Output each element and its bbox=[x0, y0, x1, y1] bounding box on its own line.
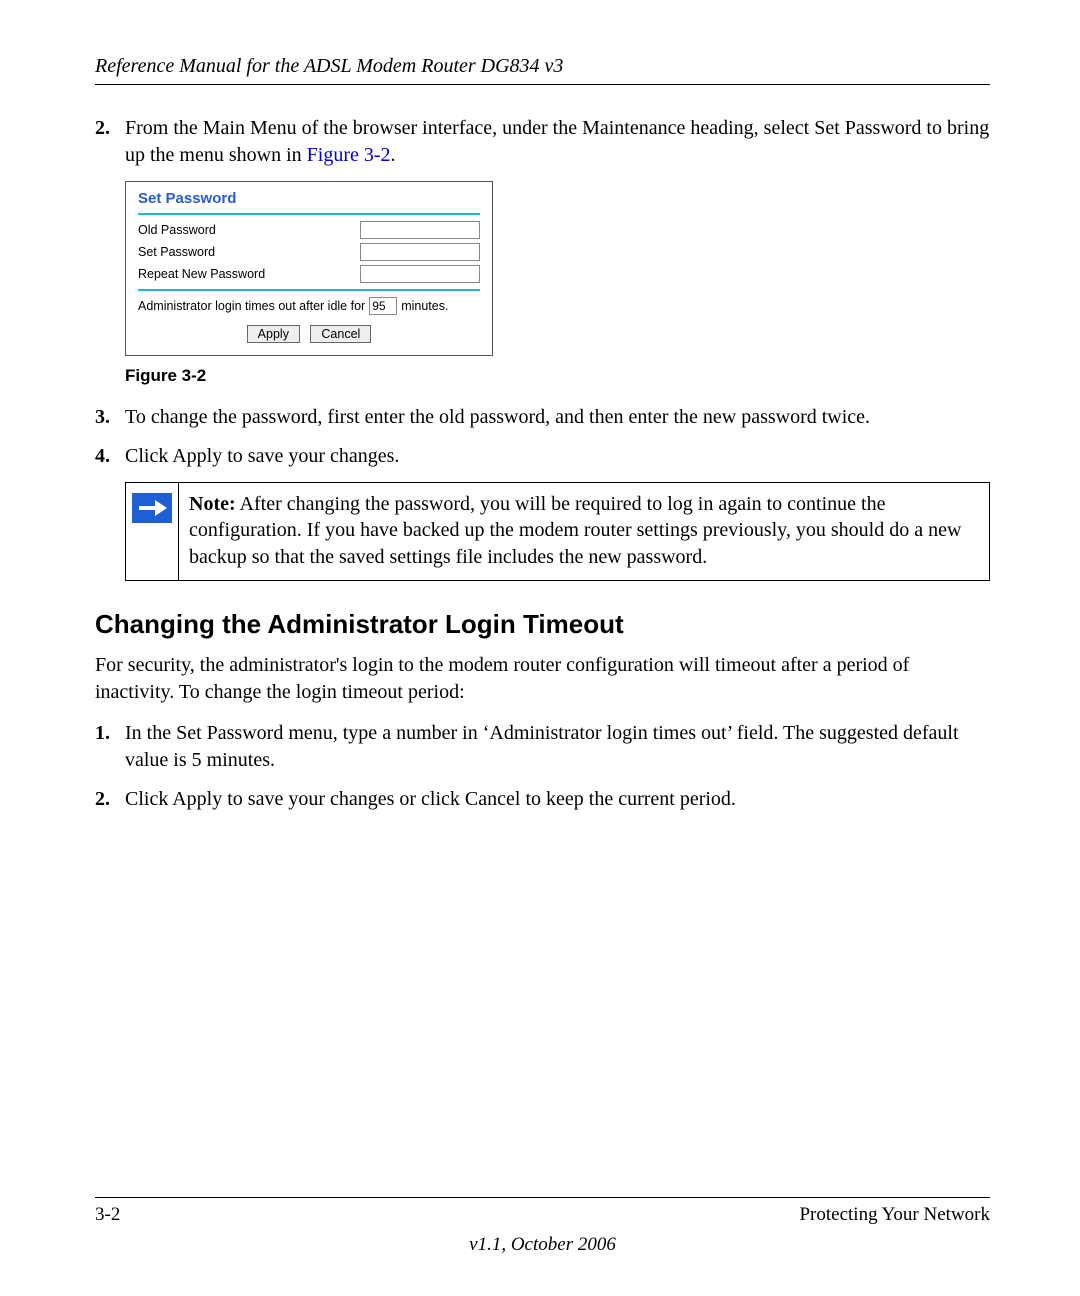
step-text-pre: From the Main Menu of the browser interf… bbox=[125, 117, 989, 166]
step-list-b: 1. In the Set Password menu, type a numb… bbox=[95, 720, 990, 813]
old-password-label: Old Password bbox=[138, 223, 216, 237]
set-password-label: Set Password bbox=[138, 245, 215, 259]
set-password-row: Set Password bbox=[138, 243, 480, 261]
panel-title: Set Password bbox=[138, 190, 480, 207]
step-text: In the Set Password menu, type a number … bbox=[125, 720, 990, 774]
step-4: 4. Click Apply to save your changes. bbox=[95, 443, 990, 470]
repeat-password-input[interactable] bbox=[360, 265, 480, 283]
step-list-a-cont: 3. To change the password, first enter t… bbox=[95, 404, 990, 470]
version-line: v1.1, October 2006 bbox=[95, 1234, 990, 1256]
divider bbox=[138, 289, 480, 291]
note-body: After changing the password, you will be… bbox=[189, 493, 961, 568]
apply-button[interactable]: Apply bbox=[247, 325, 300, 343]
step-text: Click Apply to save your changes. bbox=[125, 443, 990, 470]
note-label: Note: bbox=[189, 493, 236, 515]
chapter-title: Protecting Your Network bbox=[799, 1204, 990, 1226]
button-row: Apply Cancel bbox=[138, 325, 480, 343]
page-footer: 3-2 Protecting Your Network v1.1, Octobe… bbox=[95, 1197, 990, 1256]
divider bbox=[138, 213, 480, 215]
repeat-password-row: Repeat New Password bbox=[138, 265, 480, 283]
section-heading: Changing the Administrator Login Timeout bbox=[95, 609, 990, 640]
page-number: 3-2 bbox=[95, 1204, 120, 1226]
figure-link[interactable]: Figure 3-2 bbox=[307, 144, 391, 166]
figure-caption: Figure 3-2 bbox=[125, 366, 990, 386]
step-list-a: 2. From the Main Menu of the browser int… bbox=[95, 115, 990, 169]
step-3: 3. To change the password, first enter t… bbox=[95, 404, 990, 431]
note-icon-cell bbox=[126, 483, 179, 580]
section-intro: For security, the administrator's login … bbox=[95, 652, 990, 706]
step-b1: 1. In the Set Password menu, type a numb… bbox=[95, 720, 990, 774]
note-box: Note: After changing the password, you w… bbox=[125, 482, 990, 581]
step-text: To change the password, first enter the … bbox=[125, 404, 990, 431]
step-2: 2. From the Main Menu of the browser int… bbox=[95, 115, 990, 169]
old-password-row: Old Password bbox=[138, 221, 480, 239]
running-head: Reference Manual for the ADSL Modem Rout… bbox=[95, 55, 990, 85]
arrow-right-icon bbox=[132, 493, 172, 523]
timeout-label-pre: Administrator login times out after idle… bbox=[138, 299, 365, 313]
step-number: 2. bbox=[95, 786, 125, 813]
step-number: 2. bbox=[95, 115, 125, 169]
set-password-panel-wrap: Set Password Old Password Set Password R… bbox=[125, 181, 990, 356]
step-text: Click Apply to save your changes or clic… bbox=[125, 786, 990, 813]
timeout-row: Administrator login times out after idle… bbox=[138, 297, 480, 315]
timeout-label-post: minutes. bbox=[401, 299, 448, 313]
cancel-button[interactable]: Cancel bbox=[310, 325, 371, 343]
repeat-password-label: Repeat New Password bbox=[138, 267, 265, 281]
set-password-input[interactable] bbox=[360, 243, 480, 261]
step-number: 3. bbox=[95, 404, 125, 431]
step-text: From the Main Menu of the browser interf… bbox=[125, 115, 990, 169]
set-password-panel: Set Password Old Password Set Password R… bbox=[125, 181, 493, 356]
step-number: 1. bbox=[95, 720, 125, 774]
timeout-input[interactable] bbox=[369, 297, 397, 315]
step-number: 4. bbox=[95, 443, 125, 470]
old-password-input[interactable] bbox=[360, 221, 480, 239]
step-b2: 2. Click Apply to save your changes or c… bbox=[95, 786, 990, 813]
step-text-post: . bbox=[391, 144, 396, 166]
note-text: Note: After changing the password, you w… bbox=[179, 483, 989, 580]
